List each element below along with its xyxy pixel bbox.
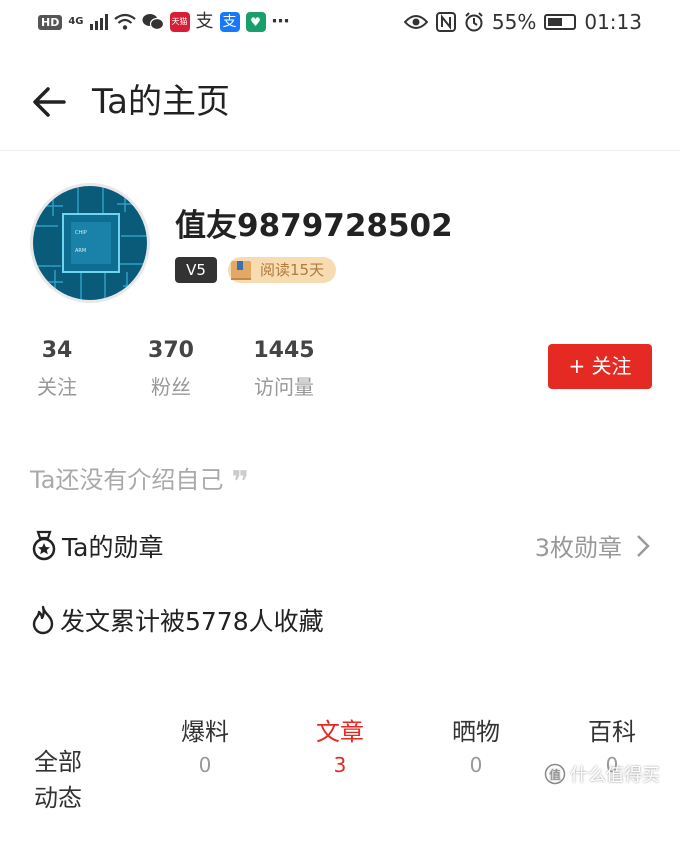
medals-row[interactable]: Ta的勋章 <box>30 528 163 564</box>
tab-wiki-label: 百科 <box>588 718 636 746</box>
status-left: HD 4G 天猫 支 支 ♥ ⋯ <box>38 12 290 32</box>
clock: 01:13 <box>584 10 642 34</box>
tab-articles-label: 文章 <box>316 718 364 746</box>
shield-app-icon: ♥ <box>245 12 266 32</box>
network-label: 4G <box>68 16 84 27</box>
favorites-label: 发文累计被5778人收藏 <box>60 607 324 636</box>
battery-percent: 55% <box>491 10 537 34</box>
medals-label: Ta的勋章 <box>62 533 164 562</box>
quote-icon: ❞ <box>231 465 250 500</box>
battery-icon <box>544 14 577 30</box>
watermark-logo-icon: 值 <box>544 763 566 785</box>
stat-visits-value: 1445 <box>253 338 315 363</box>
eye-icon <box>403 15 428 29</box>
avatar-image: CHIP ARM <box>33 186 147 300</box>
tab-all-label: 全部 动态 <box>34 748 82 812</box>
wifi-icon <box>113 13 136 30</box>
avatar[interactable]: CHIP ARM <box>30 183 150 303</box>
tmall-icon: 天猫 <box>169 12 190 32</box>
medals-count-label: 3枚勋章 <box>534 534 622 562</box>
hd-icon: HD <box>38 14 63 30</box>
tab-deals-label: 爆料 <box>181 718 229 746</box>
alipay-icon-1: 支 <box>195 11 214 32</box>
tab-deals[interactable]: 爆料 0 <box>170 712 240 777</box>
chevron-right-icon <box>637 534 650 557</box>
intro-label: Ta还没有介绍自己 <box>30 466 224 494</box>
stat-following[interactable]: 34 关注 <box>32 338 82 400</box>
wechat-icon <box>142 14 164 31</box>
svg-text:ARM: ARM <box>75 248 86 254</box>
stat-fans-value: 370 <box>148 338 194 363</box>
alarm-icon <box>465 12 483 32</box>
tab-articles[interactable]: 文章 3 <box>305 712 375 777</box>
tab-showcase-count: 0 <box>469 753 483 777</box>
flame-icon <box>32 605 54 635</box>
tab-showcase[interactable]: 晒物 0 <box>441 712 511 777</box>
stat-visits-label: 访问量 <box>254 375 314 399</box>
reading-days-label: 阅读15天 <box>260 261 325 279</box>
more-notifications-icon: ⋯ <box>271 11 290 32</box>
svg-text:CHIP: CHIP <box>75 230 87 236</box>
back-arrow-icon[interactable] <box>28 80 72 124</box>
favorites-row: 发文累计被5778人收藏 <box>30 602 324 638</box>
medal-icon <box>32 530 56 561</box>
tab-deals-count: 0 <box>198 753 212 777</box>
status-bar: HD 4G 天猫 支 支 ♥ ⋯ 55% 01:13 <box>0 0 680 48</box>
follow-button[interactable]: + 关注 <box>548 344 652 389</box>
title-bar: Ta的主页 <box>0 60 680 151</box>
stat-visits: 1445 访问量 <box>248 338 320 400</box>
page-title: Ta的主页 <box>92 82 230 122</box>
tab-articles-count: 3 <box>333 753 347 777</box>
stat-fans-label: 粉丝 <box>151 375 191 399</box>
tab-all[interactable]: 全部 动态 <box>34 708 104 852</box>
reading-days-badge: 阅读15天 <box>228 257 337 283</box>
signal-icon <box>89 14 108 30</box>
watermark: 值 什么值得买 <box>544 761 660 787</box>
alipay-icon-2: 支 <box>219 12 240 32</box>
stat-following-value: 34 <box>41 338 73 363</box>
tab-showcase-label: 晒物 <box>452 718 500 746</box>
svg-text:值: 值 <box>549 767 561 782</box>
medals-count[interactable]: 3枚勋章 <box>535 528 650 563</box>
username: 值友9879728502 <box>175 208 453 244</box>
watermark-label: 什么值得买 <box>570 765 660 786</box>
level-badge: V5 <box>175 257 217 283</box>
stat-following-label: 关注 <box>37 375 77 399</box>
stat-fans[interactable]: 370 粉丝 <box>143 338 199 400</box>
intro-text: Ta还没有介绍自己 ❞ <box>30 460 249 500</box>
book-icon <box>231 261 251 280</box>
nfc-icon <box>435 12 456 32</box>
status-right: 55% 01:13 <box>403 10 642 34</box>
